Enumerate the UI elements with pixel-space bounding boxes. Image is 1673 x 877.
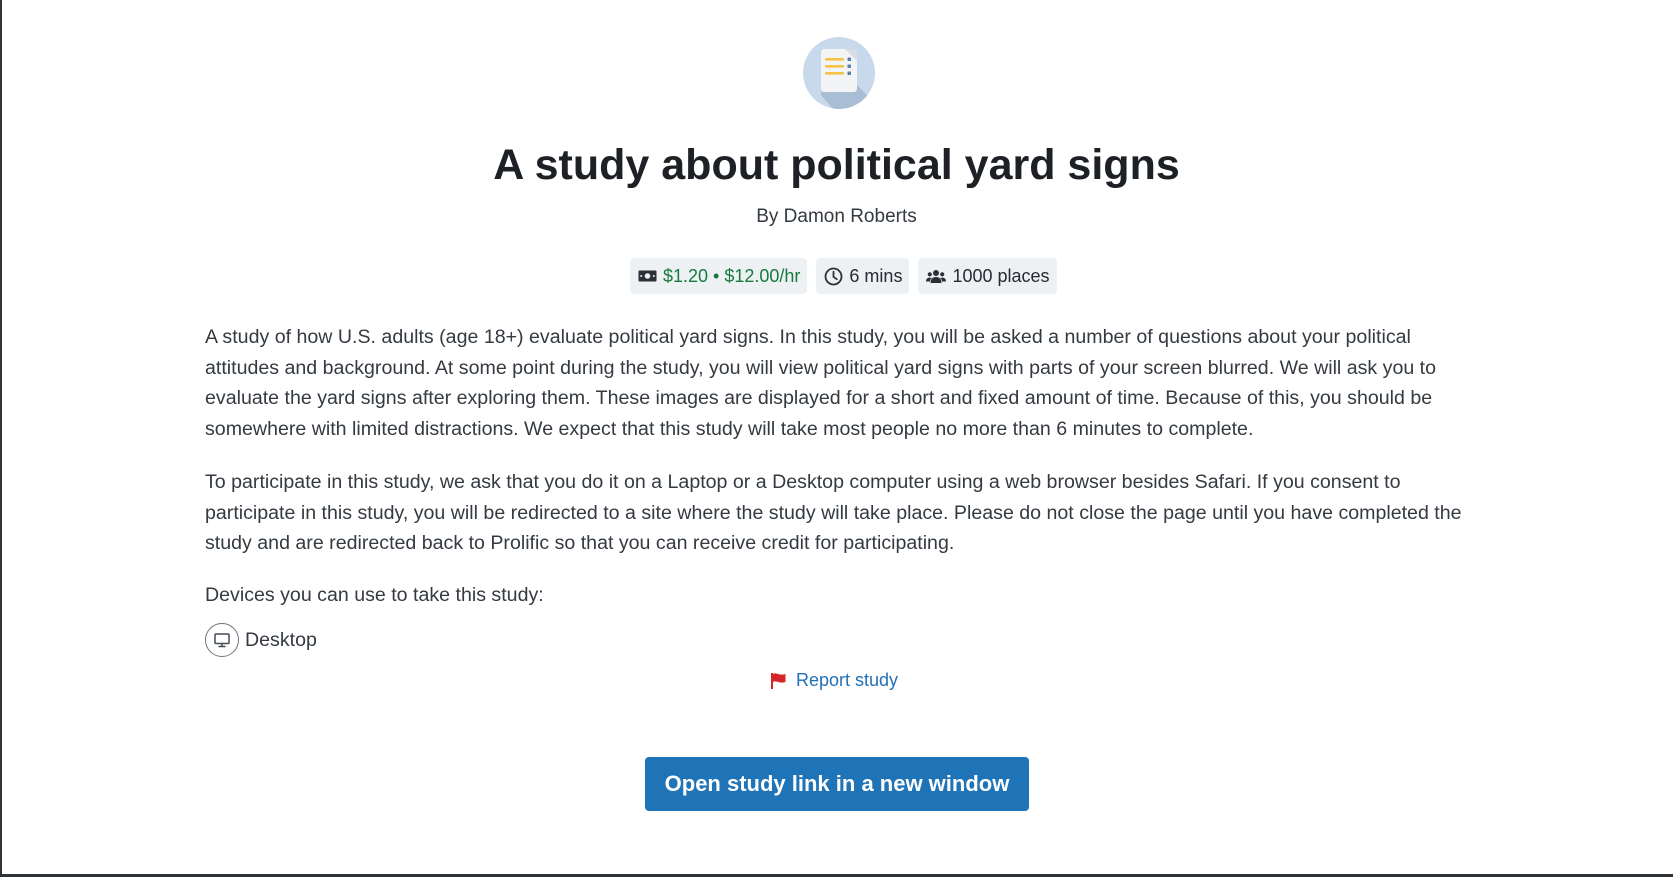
- study-description: A study of how U.S. adults (age 18+) eva…: [205, 322, 1475, 581]
- study-icon: [803, 37, 875, 109]
- flag-icon: [770, 672, 787, 689]
- description-paragraph: To participate in this study, we ask tha…: [205, 470, 1462, 555]
- duration-chip: 6 mins: [816, 258, 910, 294]
- reward-chip: $1.20 • $12.00/hr: [630, 258, 808, 294]
- device-label: Desktop: [245, 628, 317, 651]
- study-author: By Damon Roberts: [756, 206, 917, 227]
- places-text: 1000 places: [952, 266, 1050, 286]
- document-checklist-icon: [821, 49, 875, 109]
- study-meta: $1.20 • $12.00/hr 6 mins 1000 places: [630, 258, 1057, 294]
- duration-text: 6 mins: [849, 266, 903, 286]
- clock-icon: [824, 267, 843, 286]
- description-paragraph: A study of how U.S. adults (age 18+) eva…: [205, 326, 1437, 441]
- device-item-desktop: Desktop: [205, 623, 317, 657]
- report-study-link[interactable]: Report study: [770, 670, 898, 691]
- reward-text: $1.20 • $12.00/hr: [663, 266, 801, 286]
- report-study-label: Report study: [796, 670, 899, 690]
- study-title: A study about political yard signs: [493, 141, 1180, 189]
- money-icon: [638, 269, 657, 283]
- places-chip: 1000 places: [918, 258, 1057, 294]
- open-study-link-button[interactable]: Open study link in a new window: [645, 757, 1029, 811]
- study-details-page: A study about political yard signs By Da…: [0, 0, 1673, 874]
- monitor-icon: [205, 623, 239, 657]
- devices-label: Devices you can use to take this study:: [205, 584, 544, 606]
- users-icon: [926, 269, 947, 284]
